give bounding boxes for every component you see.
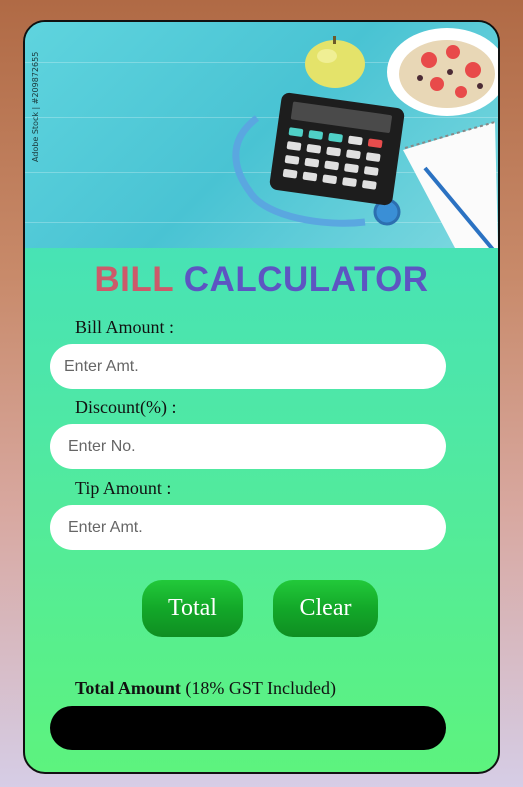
- tip-amount-label: Tip Amount :: [75, 478, 172, 498]
- total-amount-output: [50, 706, 446, 750]
- bill-amount-label: Bill Amount :: [75, 317, 175, 337]
- app-title: BILL CALCULATOR: [25, 260, 498, 300]
- header-image: Adobe Stock | #209872655: [25, 22, 498, 248]
- calculator-card: Adobe Stock | #209872655 BILL CALCULATOR…: [23, 20, 500, 774]
- calculator-icon: [269, 92, 405, 206]
- total-button[interactable]: Total: [142, 580, 243, 637]
- clear-button[interactable]: Clear: [273, 580, 378, 637]
- total-amount-label-bold: Total Amount: [75, 678, 181, 698]
- desk-illustration: [232, 28, 498, 248]
- bill-amount-input[interactable]: [50, 344, 446, 389]
- discount-label: Discount(%) :: [75, 397, 177, 417]
- apple-icon: [305, 36, 365, 88]
- title-word-calculator: CALCULATOR: [183, 260, 429, 299]
- notebook-icon: [403, 121, 498, 248]
- discount-input[interactable]: [50, 424, 446, 469]
- bowl-icon: [387, 28, 498, 116]
- total-amount-label-note: (18% GST Included): [180, 678, 337, 698]
- total-amount-label: Total Amount (18% GST Included): [75, 678, 336, 699]
- title-word-bill: BILL: [94, 260, 174, 299]
- tip-amount-input[interactable]: [50, 505, 446, 550]
